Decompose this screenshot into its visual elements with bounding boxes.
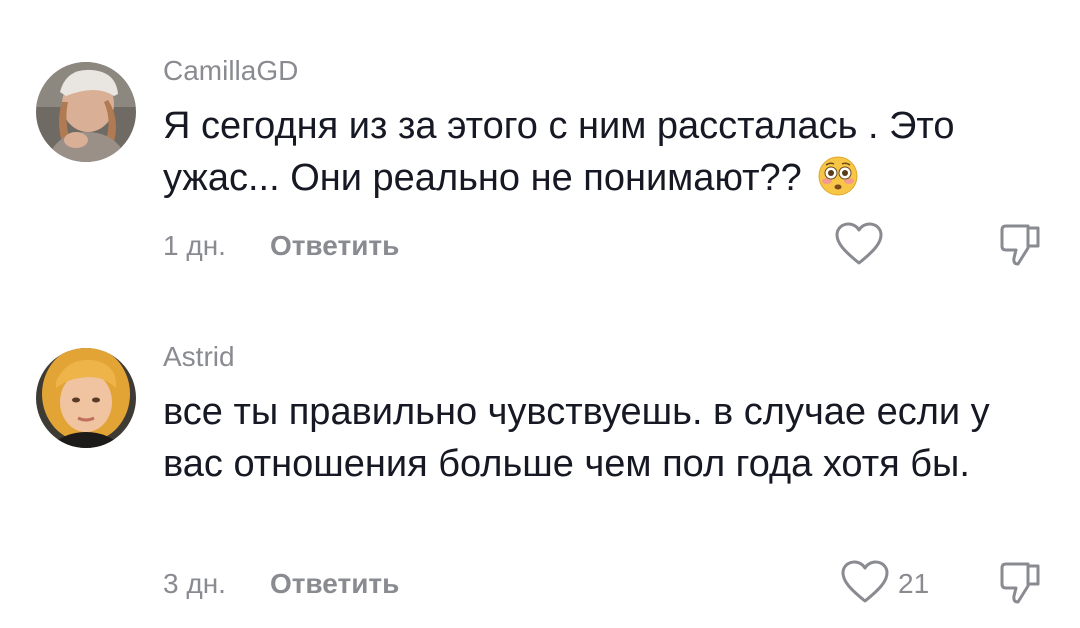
like-button[interactable]: 21 [840, 560, 929, 608]
thumbs-down-icon [998, 562, 1044, 610]
comment-text-content: все ты правильно чувствуешь. в случае ес… [163, 391, 990, 485]
thumbs-down-icon [998, 224, 1044, 272]
reply-button[interactable]: Ответить [270, 568, 399, 600]
comment-username[interactable]: Astrid [163, 340, 235, 374]
comment-timestamp: 1 дн. [163, 230, 226, 261]
heart-icon [834, 221, 884, 272]
comment-item: Astrid все ты правильно чувствуешь. в сл… [0, 300, 1080, 628]
comment-username[interactable]: CamillaGD [163, 54, 298, 88]
comment-item: CamillaGD Я сегодня из за этого с ним ра… [0, 0, 1080, 300]
comment-meta: 1 дн. Ответить [163, 226, 399, 266]
comment-meta: 3 дн. Ответить [163, 564, 399, 604]
flushed-face-emoji-icon [818, 156, 858, 196]
avatar[interactable] [36, 62, 136, 162]
like-count: 21 [898, 568, 930, 599]
comment-timestamp: 3 дн. [163, 568, 226, 599]
comment-text: все ты правильно чувствуешь. в случае ес… [163, 386, 1043, 490]
comment-text: Я сегодня из за этого с ним рассталась .… [163, 100, 1043, 204]
dislike-button[interactable] [998, 220, 1044, 268]
heart-icon [840, 559, 890, 610]
reply-button[interactable]: Ответить [270, 230, 399, 262]
avatar[interactable] [36, 348, 136, 448]
like-button[interactable] [834, 222, 892, 270]
dislike-button[interactable] [998, 558, 1044, 606]
